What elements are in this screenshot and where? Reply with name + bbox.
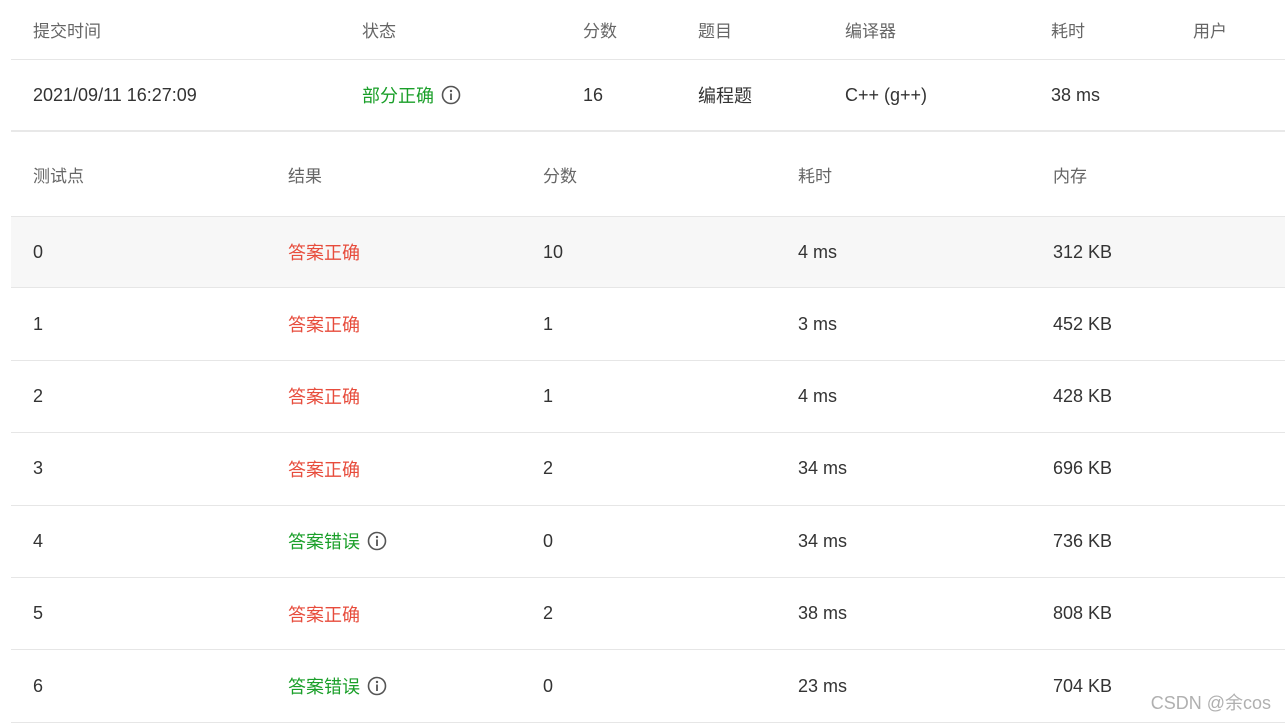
test-time: 34 ms	[798, 530, 848, 551]
header-memory: 内存	[1053, 166, 1087, 186]
test-result-cell[interactable]: 答案正确	[288, 578, 360, 649]
test-memory: 312 KB	[1053, 241, 1113, 262]
test-result[interactable]: 答案错误	[288, 673, 360, 699]
submit-time-value: 2021/09/11 16:27:09	[33, 84, 197, 105]
header-compiler: 编译器	[845, 22, 896, 41]
test-memory: 736 KB	[1053, 530, 1113, 551]
watermark: CSDN @余cos	[1150, 693, 1271, 713]
test-time: 4 ms	[798, 385, 838, 406]
test-time: 3 ms	[798, 313, 838, 334]
header-status: 状态	[362, 22, 396, 41]
status-partial-correct[interactable]: 部分正确	[362, 82, 434, 108]
problem-value[interactable]: 编程题	[698, 60, 752, 130]
test-result[interactable]: 答案正确	[288, 456, 360, 482]
status-cell[interactable]: 部分正确	[362, 60, 461, 130]
header-submit-time: 提交时间	[33, 22, 101, 41]
test-result-cell[interactable]: 答案错误	[288, 506, 387, 577]
test-time: 38 ms	[798, 603, 848, 624]
test-result[interactable]: 答案错误	[288, 528, 360, 554]
header-case: 测试点	[33, 166, 84, 186]
compiler-value: C++ (g++)	[845, 84, 928, 105]
table-row: 4 答案错误 0 34 ms 736 KB	[11, 506, 1285, 578]
test-time: 23 ms	[798, 675, 848, 696]
test-memory: 808 KB	[1053, 603, 1113, 624]
test-memory: 696 KB	[1053, 458, 1113, 479]
test-case-number: 3	[33, 458, 44, 479]
test-case-number: 2	[33, 385, 44, 406]
table-row: 5 答案正确 2 38 ms 808 KB	[11, 578, 1285, 651]
test-score: 1	[543, 385, 554, 406]
tests-header-row: 测试点 结果 分数 耗时 内存	[11, 132, 1285, 216]
table-row: 3 答案正确 2 34 ms 696 KB	[11, 433, 1285, 506]
test-result-cell[interactable]: 答案正确	[288, 361, 360, 432]
table-row: 6 答案错误 0 23 ms 704 KB	[11, 650, 1285, 723]
test-result-cell[interactable]: 答案正确	[288, 217, 360, 287]
table-row: 0 答案正确 10 4 ms 312 KB	[11, 216, 1285, 289]
test-memory: 428 KB	[1053, 385, 1113, 406]
test-time: 4 ms	[798, 241, 838, 262]
header-user: 用户	[1193, 22, 1227, 41]
test-time: 34 ms	[798, 458, 848, 479]
header-score: 分数	[583, 22, 617, 41]
score-value: 16	[583, 84, 604, 105]
test-score: 2	[543, 458, 554, 479]
test-memory: 452 KB	[1053, 313, 1113, 334]
header-time: 耗时	[1051, 22, 1085, 41]
test-result[interactable]: 答案正确	[288, 601, 360, 627]
test-case-number: 5	[33, 603, 44, 624]
test-score: 0	[543, 675, 554, 696]
test-score: 0	[543, 530, 554, 551]
test-result[interactable]: 答案正确	[288, 383, 360, 409]
test-result-cell[interactable]: 答案正确	[288, 288, 360, 359]
test-score: 2	[543, 603, 554, 624]
test-case-number: 6	[33, 675, 44, 696]
test-case-number: 1	[33, 313, 44, 334]
info-circle-icon[interactable]	[367, 676, 387, 696]
test-memory: 704 KB	[1053, 675, 1113, 696]
test-result-cell[interactable]: 答案错误	[288, 650, 387, 721]
header-problem: 题目	[698, 22, 732, 41]
test-case-number: 4	[33, 530, 44, 551]
summary-row: 2021/09/11 16:27:09 部分正确 16 编程题 C++ (g++…	[11, 60, 1285, 132]
test-case-number: 0	[33, 241, 44, 262]
info-circle-icon[interactable]	[367, 531, 387, 551]
test-result[interactable]: 答案正确	[288, 311, 360, 337]
header-result: 结果	[288, 166, 322, 186]
test-score: 10	[543, 241, 564, 262]
summary-header-row: 提交时间 状态 分数 题目 编译器 耗时 用户	[11, 0, 1285, 60]
time-value: 38 ms	[1051, 84, 1101, 105]
test-result-cell[interactable]: 答案正确	[288, 433, 360, 504]
header-test-score: 分数	[543, 166, 577, 186]
table-row: 1 答案正确 1 3 ms 452 KB	[11, 288, 1285, 361]
test-result[interactable]: 答案正确	[288, 239, 360, 265]
info-circle-icon[interactable]	[441, 85, 461, 105]
table-row: 2 答案正确 1 4 ms 428 KB	[11, 361, 1285, 434]
header-test-time: 耗时	[798, 166, 832, 186]
test-score: 1	[543, 313, 554, 334]
